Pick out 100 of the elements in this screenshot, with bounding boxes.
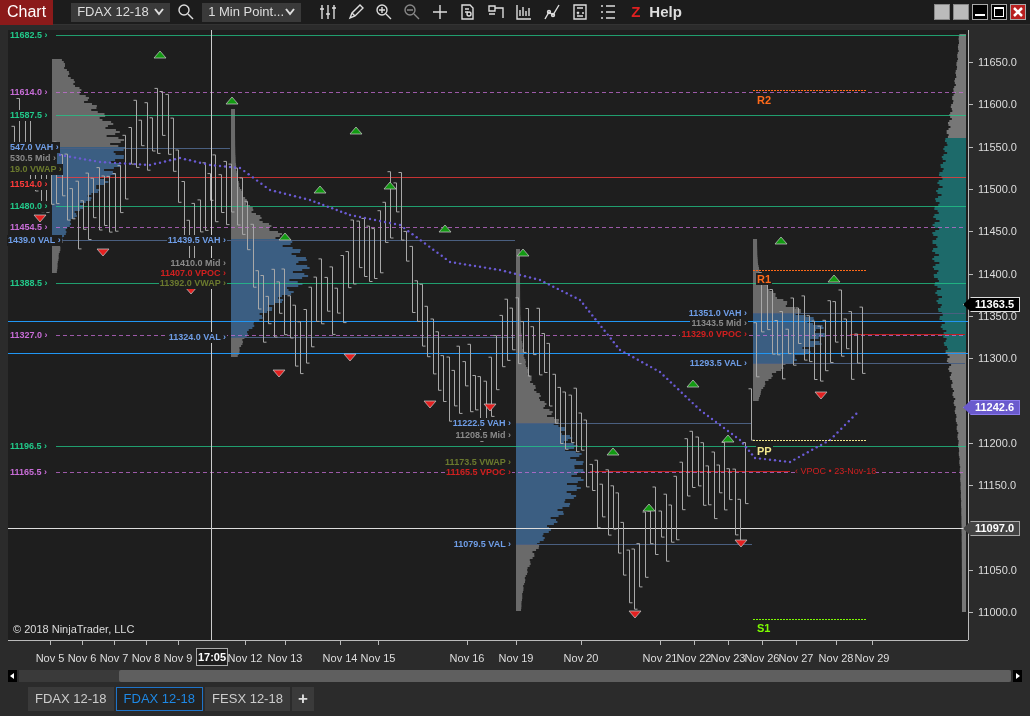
scroll-left-button[interactable]: [8, 670, 17, 682]
up-triangle-icon: [516, 248, 530, 257]
date-label: Nov 21: [642, 652, 678, 664]
maximize-button[interactable]: [991, 4, 1007, 20]
right-arrow-icon: [1015, 673, 1020, 679]
price-tick: 11600.0: [978, 98, 1017, 110]
up-triangle-icon: [827, 274, 841, 283]
up-triangle-icon: [278, 232, 292, 241]
panel-icon[interactable]: [487, 3, 506, 21]
dropdown[interactable]: FDAX 12-18: [71, 2, 171, 22]
window-title: Chart: [0, 0, 54, 25]
zoom-out-icon[interactable]: [403, 3, 422, 21]
price-tick: 11300.0: [978, 352, 1017, 364]
up-triangle-icon: [606, 447, 620, 456]
copyright-text: © 2018 NinjaTrader, LLC: [13, 622, 135, 637]
profile-label: 530.5 Mid ›: [9, 153, 57, 164]
date-label: Nov 16: [449, 652, 485, 664]
profile-label: 11208.5 Mid ›: [454, 430, 512, 441]
price-tick: 11200.0: [978, 437, 1017, 449]
level-label: 11454.5 ›: [9, 222, 49, 233]
calculator-icon[interactable]: [571, 3, 590, 21]
down-triangle-icon: [814, 391, 828, 400]
vpoc-note: ‹ VPOC • 23-Nov-18: [795, 466, 877, 477]
date-label: Nov 15: [360, 652, 396, 664]
price-tick: 11400.0: [978, 268, 1017, 280]
cursor-time-label: 17:05: [196, 648, 228, 666]
profile-label: 1439.0 VAL ›: [7, 235, 62, 246]
profile-label: 11392.0 VWAP ›: [158, 278, 227, 289]
profile-label: 11439.5 VAH ›: [166, 235, 227, 246]
down-triangle-icon: [628, 610, 642, 619]
horizontal-line[interactable]: [7, 321, 969, 322]
logo-letter[interactable]: Z: [631, 0, 641, 24]
search-icon[interactable]: [177, 3, 196, 21]
price-tick: 11450.0: [978, 225, 1017, 237]
down-triangle-icon: [423, 400, 437, 409]
price-marker: 11363.5: [963, 297, 1020, 312]
profile-label: 19.0 VWAP ›: [9, 164, 63, 175]
profile-label: 11079.5 VAL ›: [452, 539, 512, 550]
tab[interactable]: FDAX 12-18: [115, 686, 204, 711]
up-triangle-icon: [721, 434, 735, 443]
close-button[interactable]: [1010, 4, 1026, 20]
date-label: Nov 20: [563, 652, 599, 664]
up-triangle-icon: [642, 503, 656, 512]
profile-label: 11329.0 VPOC ›: [680, 329, 748, 340]
crosshair-icon[interactable]: [431, 3, 450, 21]
date-label: Nov 7: [99, 652, 129, 664]
tab[interactable]: FDAX 12-18: [28, 686, 114, 711]
price-tick: 11350.0: [978, 310, 1017, 322]
profile-label: 11165.5 VPOC ›: [444, 467, 512, 478]
maximize-icon: [994, 7, 1004, 17]
bar-settings-icon[interactable]: [319, 3, 338, 21]
pivot-label: R2: [756, 94, 773, 106]
price-tick: 11650.0: [978, 56, 1017, 68]
price-tick: 11500.0: [978, 183, 1017, 195]
minimize-button[interactable]: [972, 4, 988, 20]
minimize-icon: [975, 14, 985, 16]
help-menu[interactable]: Help: [649, 0, 682, 24]
pencil-icon[interactable]: [347, 3, 366, 21]
date-label: Nov 19: [498, 652, 534, 664]
date-label: Nov 12: [227, 652, 263, 664]
date-label: Nov 6: [67, 652, 97, 664]
left-arrow-icon: [10, 673, 15, 679]
date-label: Nov 27: [778, 652, 814, 664]
price-tick: 11050.0: [978, 564, 1017, 576]
price-marker: 11097.0: [963, 521, 1020, 536]
down-triangle-icon: [483, 403, 497, 412]
add-tab-button[interactable]: +: [291, 686, 314, 711]
up-triangle-icon: [349, 126, 363, 135]
date-label: Nov 22: [676, 652, 712, 664]
down-triangle-icon: [343, 353, 357, 362]
date-label: Nov 14: [322, 652, 358, 664]
bar-chart-icon[interactable]: [515, 3, 534, 21]
down-triangle-icon: [33, 214, 47, 223]
level-label: 11165.5 ›: [9, 467, 49, 478]
level-label: 11327.0 ›: [9, 330, 49, 341]
up-triangle-icon: [438, 224, 452, 233]
dropdown[interactable]: 1 Min Point...: [202, 2, 302, 22]
tab[interactable]: FESX 12-18: [205, 686, 290, 711]
price-marker: 11242.6: [963, 400, 1020, 415]
zoom-in-icon[interactable]: [375, 3, 394, 21]
up-triangle-icon: [225, 96, 239, 105]
date-label: Nov 23: [710, 652, 746, 664]
price-tick: 11150.0: [978, 479, 1017, 491]
scroll-right-button[interactable]: [1013, 670, 1022, 682]
date-label: Nov 28: [818, 652, 854, 664]
level-label: 11587.5 ›: [9, 110, 49, 121]
close-icon: [1013, 7, 1023, 17]
pivot-label: R1: [756, 273, 773, 285]
up-triangle-icon: [313, 185, 327, 194]
list-icon[interactable]: [599, 3, 618, 21]
up-triangle-icon: [686, 379, 700, 388]
up-triangle-icon: [383, 181, 397, 190]
pivot-label: S1: [756, 622, 772, 634]
down-triangle-icon: [272, 369, 286, 378]
price-tick: 11000.0: [978, 606, 1017, 618]
date-label: Nov 5: [35, 652, 65, 664]
line-chart-icon[interactable]: [543, 3, 562, 21]
chevron-down-icon: [154, 8, 165, 16]
level-label: 11682.5 ›: [9, 30, 49, 41]
date-label: Nov 26: [744, 652, 780, 664]
